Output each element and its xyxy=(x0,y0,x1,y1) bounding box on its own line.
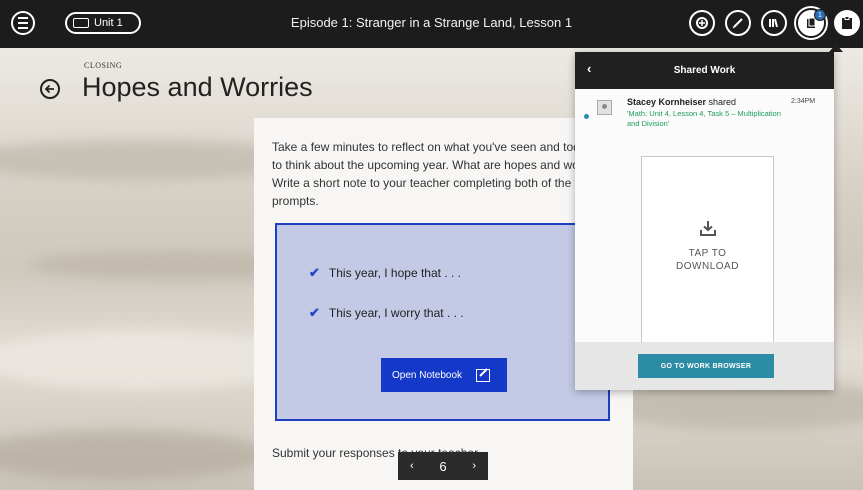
prompt-text: This year, I hope that . . . xyxy=(328,266,461,280)
library-icon[interactable] xyxy=(761,10,787,36)
share-action: shared xyxy=(706,97,737,107)
notebook-pen-icon[interactable] xyxy=(725,10,751,36)
top-bar: Unit 1 Episode 1: Stranger in a Strange … xyxy=(0,0,863,48)
download-tile[interactable]: TAP TO DOWNLOAD xyxy=(641,156,774,356)
open-notebook-button[interactable]: Open Notebook xyxy=(381,358,507,392)
page-navigator: ‹ 6 › xyxy=(398,452,488,480)
tools-icon[interactable] xyxy=(689,10,715,36)
sender-name: Stacey Kornheiser xyxy=(627,97,707,107)
notebook-edit-icon xyxy=(476,367,491,382)
checkmark-icon: ✔ xyxy=(309,265,320,280)
panel-footer: GO TO WORK BROWSER xyxy=(575,342,834,390)
next-page-button[interactable]: › xyxy=(472,460,476,472)
download-line-1: TAP TO xyxy=(688,248,727,259)
checkmark-icon: ✔ xyxy=(309,305,320,320)
prompt-item: ✔ This year, I hope that . . . xyxy=(309,265,461,281)
download-line-2: DOWNLOAD xyxy=(676,261,739,272)
prompt-box: ✔ This year, I hope that . . . ✔ This ye… xyxy=(275,223,610,421)
unread-dot xyxy=(584,114,589,119)
panel-header: ‹ Shared Work xyxy=(575,52,834,89)
download-icon xyxy=(700,221,716,236)
prompt-item: ✔ This year, I worry that . . . xyxy=(309,305,464,321)
section-label: CLOSING xyxy=(84,61,123,70)
clipboard-icon[interactable] xyxy=(834,10,860,36)
open-notebook-label: Open Notebook xyxy=(392,369,463,381)
background-landscape xyxy=(0,430,270,480)
shared-count-badge: 1 xyxy=(814,9,826,21)
panel-pointer xyxy=(829,44,843,52)
go-to-work-browser-button[interactable]: GO TO WORK BROWSER xyxy=(638,354,774,378)
prev-page-button[interactable]: ‹ xyxy=(410,460,414,472)
prompt-text: This year, I worry that . . . xyxy=(328,306,464,320)
shared-item-link[interactable]: 'Math: Unit 4, Lesson 4, Task 5 – Multip… xyxy=(627,109,787,129)
panel-title: Shared Work xyxy=(673,65,736,76)
page-title: Hopes and Worries xyxy=(82,72,313,102)
shared-work-icon[interactable]: 1 xyxy=(798,9,826,36)
page-number: 6 xyxy=(439,458,447,474)
panel-back-button[interactable]: ‹ xyxy=(587,61,591,76)
avatar xyxy=(597,100,612,115)
shared-work-panel: ‹ Shared Work Stacey Kornheiser shared 2… xyxy=(575,52,834,390)
back-arrow-icon[interactable] xyxy=(40,79,60,99)
download-label: TAP TO DOWNLOAD xyxy=(642,247,773,273)
share-time: 2:34PM xyxy=(791,98,816,105)
share-sender: Stacey Kornheiser shared xyxy=(627,97,736,107)
instructions-text: Take a few minutes to reflect on what yo… xyxy=(272,140,622,208)
